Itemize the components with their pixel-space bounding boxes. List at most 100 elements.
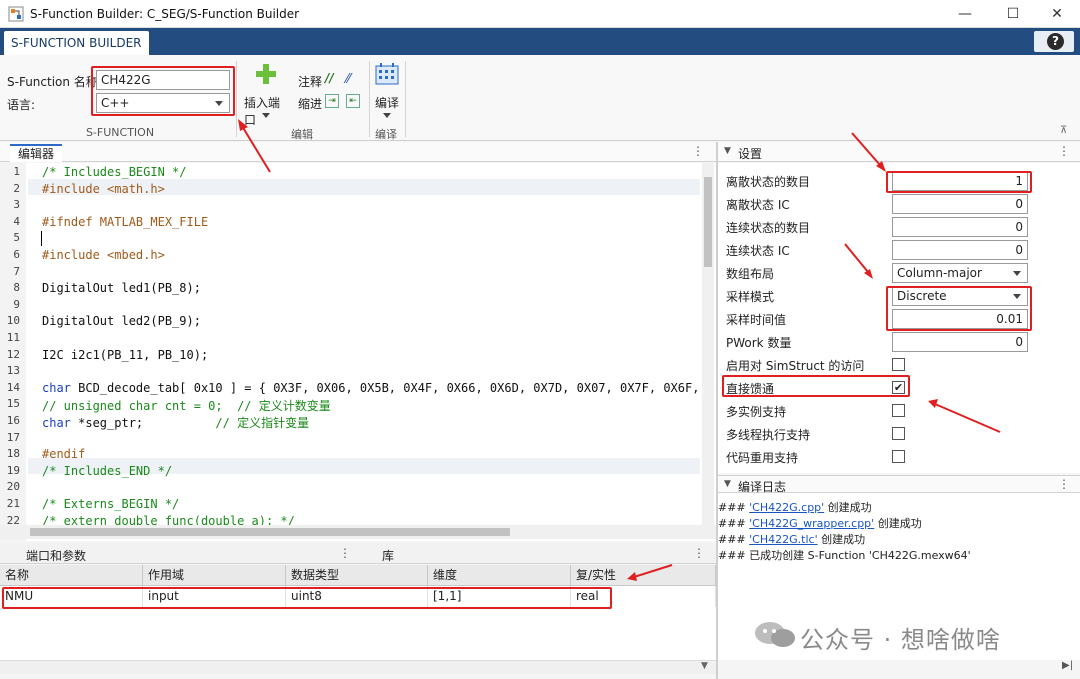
setting-number-input[interactable]: 0 (892, 194, 1028, 214)
indent-increase-icon[interactable]: ⇥ (325, 94, 339, 108)
annotation-highlight-box (2, 587, 612, 609)
code-line[interactable]: #include <mbed.h> (42, 248, 165, 262)
tab-sfunction-builder[interactable]: S-FUNCTION BUILDER (4, 31, 149, 55)
column-header-dimension[interactable]: 维度 (428, 565, 571, 586)
line-number: 15 (6, 397, 20, 411)
line-number: 5 (13, 231, 20, 245)
code-line[interactable]: DigitalOut led1(PB_8); (42, 281, 201, 295)
line-number: 20 (6, 480, 20, 494)
code-line[interactable]: #include <math.h> (42, 182, 165, 196)
code-line[interactable]: char BCD_decode_tab[ 0x10 ] = { 0X3F, 0X… (42, 381, 714, 395)
comment-label: 注释 (298, 75, 323, 89)
code-line[interactable]: /* Includes_BEGIN */ (42, 165, 187, 179)
ports-table: 名称 作用域 数据类型 维度 复/实性 NMU input uint8 [1,1… (0, 565, 716, 660)
help-button[interactable]: ? (1034, 31, 1074, 52)
code-line[interactable]: /* Includes_END */ (42, 464, 172, 478)
minimize-button[interactable]: — (942, 0, 988, 28)
line-number: 1 (13, 165, 20, 178)
language-label: 语言: (7, 98, 36, 112)
setting-checkbox[interactable] (892, 358, 905, 371)
editor-horizontal-scrollbar[interactable] (0, 525, 716, 539)
line-number: 17 (6, 430, 20, 444)
more-options-icon[interactable]: ⋮ (692, 144, 704, 158)
more-options-icon[interactable]: ⋮ (1058, 477, 1070, 491)
maximize-button[interactable]: ☐ (990, 0, 1036, 28)
watermark-text: 公众号 · 想啥做啥 (800, 626, 1001, 654)
column-header-name[interactable]: 名称 (0, 565, 143, 586)
code-editor[interactable]: 1 /* Includes_BEGIN */ 2 #include <math.h> 3… (0, 163, 716, 541)
editor-panel-header (0, 142, 716, 162)
settings-panel: 离散状态的数目 1 离散状态 IC 0 连续状态的数目 0 连续状态 IC 0 数组布局 Colu… (718, 163, 1080, 473)
line-number: 4 (13, 214, 20, 228)
line-number: 13 (6, 364, 20, 378)
build-grid-icon (375, 63, 399, 85)
log-line: ### 'CH422G_wrapper.cpp' 创建成功 (718, 515, 922, 531)
ribbon-separator (405, 61, 406, 137)
log-text: ### 已成功创建 S-Function 'CH422G.mexw64' (718, 549, 971, 562)
scrollbar-thumb[interactable] (704, 177, 712, 267)
setting-number-input[interactable]: 0 (892, 332, 1028, 352)
uncomment-icon[interactable]: ⁄⁄ (346, 72, 350, 87)
code-line[interactable]: DigitalOut led2(PB_9); (42, 314, 201, 328)
collapse-ribbon-icon[interactable]: ⊼ (1060, 125, 1067, 136)
title-bar: S-Function Builder: C_SEG/S-Function Bui… (0, 0, 1080, 28)
line-number: 6 (13, 248, 20, 261)
more-options-icon[interactable]: ⋮ (693, 546, 705, 560)
code-line[interactable]: char *seg_ptr; // 定义指针变量 (42, 414, 309, 431)
setting-label: 连续状态 IC (726, 244, 790, 258)
ribbon: S-Function 名称 CH422G 语言: C++ S-FUNCTION … (0, 55, 1080, 141)
log-line: ### 'CH422G.cpp' 创建成功 (718, 499, 872, 515)
indent-label: 缩进 (298, 97, 323, 111)
setting-select[interactable]: Column-major (892, 263, 1028, 283)
panel-expand-icon[interactable]: ▶| (1062, 660, 1073, 671)
setting-number-input[interactable]: 0 (892, 240, 1028, 260)
table-scrollbar[interactable]: ▼ (0, 660, 716, 674)
insert-port-label: 插入端口 (244, 96, 281, 127)
column-header-datatype[interactable]: 数据类型 (286, 565, 428, 586)
group-label-edit: 编辑 (291, 128, 313, 141)
ribbon-separator (236, 61, 237, 137)
log-file-link[interactable]: 'CH422G.tlc' (749, 533, 817, 546)
code-line[interactable]: // unsigned char cnt = 0; // 定义计数变量 (42, 397, 331, 414)
wechat-icon (752, 620, 802, 650)
setting-number-input[interactable]: 0 (892, 217, 1028, 237)
column-header-scope[interactable]: 作用域 (143, 565, 286, 586)
column-header-complexity[interactable]: 复/实性 (571, 565, 716, 586)
log-file-link[interactable]: 'CH422G_wrapper.cpp' (749, 517, 874, 530)
chevron-down-icon (262, 113, 270, 118)
more-options-icon[interactable]: ⋮ (339, 546, 351, 560)
bottom-panel-header (0, 543, 716, 564)
line-number: 9 (13, 297, 20, 311)
setting-checkbox[interactable] (892, 427, 905, 440)
log-file-link[interactable]: 'CH422G.cpp' (749, 501, 824, 514)
compile-button[interactable]: 编译 (373, 61, 401, 121)
scrollbar-thumb[interactable] (30, 528, 510, 536)
code-line[interactable]: /* Externs_BEGIN */ (42, 497, 179, 511)
indent-decrease-icon[interactable]: ⇤ (346, 94, 360, 108)
tab-library[interactable]: 库 (382, 547, 394, 564)
line-number: 11 (6, 331, 20, 344)
annotation-highlight-box (886, 171, 1032, 193)
setting-label: 采样时间值 (726, 313, 787, 327)
more-options-icon[interactable]: ⋮ (1058, 144, 1070, 158)
line-number: 10 (6, 314, 20, 328)
tab-editor[interactable]: 编辑器 (10, 144, 63, 162)
chevron-down-icon[interactable]: ▼ (724, 146, 731, 156)
setting-checkbox[interactable] (892, 404, 905, 417)
chevron-down-icon[interactable]: ▼ (724, 479, 731, 489)
setting-checkbox[interactable] (892, 450, 905, 463)
code-line[interactable]: I2C i2c1(PB_11, PB_10); (42, 348, 208, 362)
editor-vertical-scrollbar[interactable] (702, 163, 714, 525)
scroll-down-icon[interactable]: ▼ (701, 661, 708, 671)
compile-log-header: ▼ 编译日志 ⋮ (718, 475, 1080, 494)
comment-icon[interactable]: // (325, 71, 334, 85)
settings-header: ▼ 设置 ⋮ (718, 142, 1080, 162)
tab-ports-and-params[interactable]: 端口和参数 (26, 547, 86, 564)
insert-port-button[interactable]: 插入端口 (242, 61, 290, 127)
close-button[interactable]: ✕ (1034, 0, 1080, 28)
annotation-highlight-box (91, 66, 235, 116)
code-line[interactable]: #ifndef MATLAB_MEX_FILE (42, 215, 208, 229)
setting-label: 多线程执行支持 (726, 428, 811, 442)
group-label-compile: 编译 (375, 128, 397, 141)
code-line[interactable]: #endif (42, 447, 85, 461)
